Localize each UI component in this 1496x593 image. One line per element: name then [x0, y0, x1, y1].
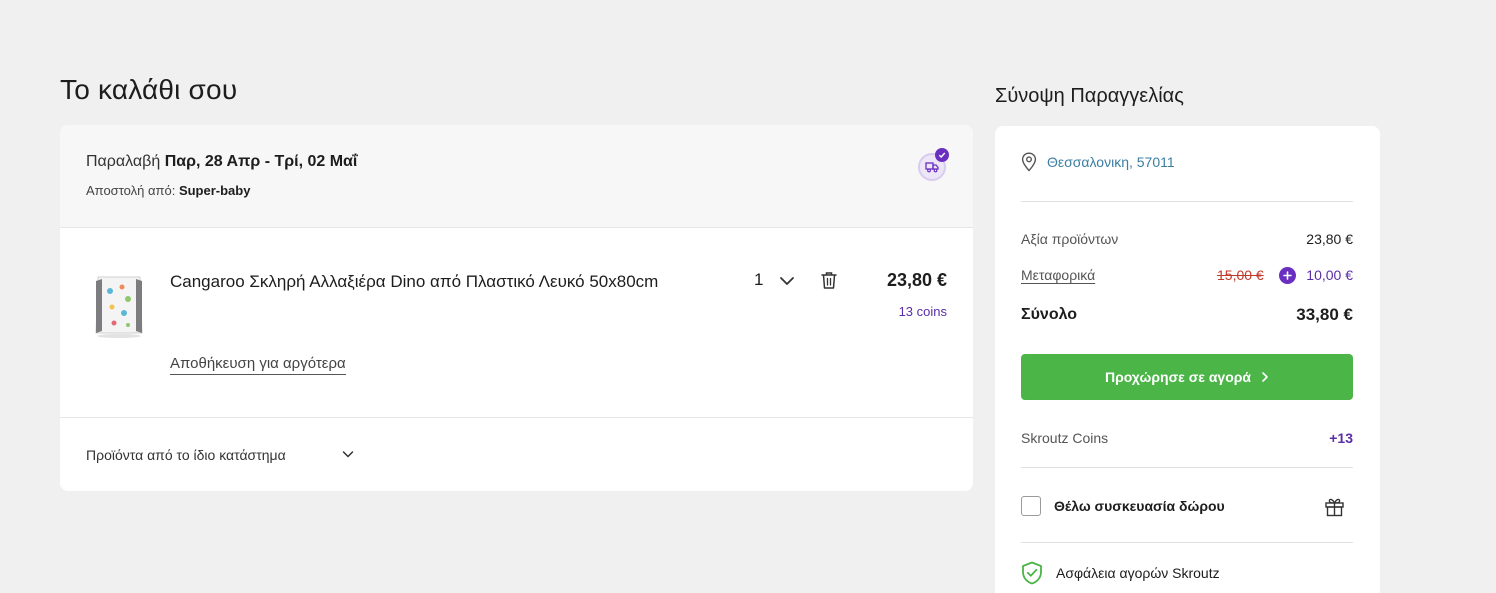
shipment-header: Παραλαβή Παρ, 28 Απρ - Τρί, 02 Μαΐ Αποστ…	[60, 125, 973, 228]
shipped-from: Αποστολή από: Super-baby	[86, 183, 250, 198]
shipped-from-prefix: Αποστολή από:	[86, 183, 179, 198]
same-store-products[interactable]: Προϊόντα από το ίδιο κατάστημα	[86, 447, 286, 463]
trash-icon[interactable]	[820, 270, 838, 290]
product-image[interactable]	[92, 273, 146, 339]
products-value: 23,80 €	[1306, 231, 1353, 247]
quantity-value[interactable]: 1	[754, 270, 763, 290]
item-price: 23,80 €	[886, 270, 947, 290]
pickup-info: Παραλαβή Παρ, 28 Απρ - Τρί, 02 Μαΐ	[86, 153, 357, 171]
pickup-prefix: Παραλαβή	[86, 153, 165, 170]
checkout-label: Προχώρησε σε αγορά	[1104, 369, 1252, 385]
save-for-later-link[interactable]: Αποθήκευση για αργότερα	[170, 355, 346, 375]
item-coins: 13 coins	[898, 304, 947, 319]
total-label: Σύνολο	[1021, 306, 1078, 323]
location-pin-icon	[1021, 152, 1037, 172]
divider	[1021, 542, 1353, 543]
truck-icon	[925, 162, 939, 173]
order-summary-card: Θεσσαλονικη, 57011 Αξία προϊόντων 23,80 …	[995, 126, 1380, 593]
shipping-old-price: 15,00 €	[1217, 267, 1264, 283]
store-name: Super-baby	[178, 183, 251, 198]
cart-card: Παραλαβή Παρ, 28 Απρ - Τρί, 02 Μαΐ Αποστ…	[60, 125, 973, 491]
gift-wrap-checkbox[interactable]	[1021, 496, 1041, 516]
purchase-safety-label[interactable]: Ασφάλεια αγορών Skroutz	[1056, 565, 1220, 581]
cart-item: Cangaroo Σκληρή Αλλαξιέρα Dino από Πλαστ…	[60, 228, 973, 418]
summary-title: Σύνοψη Παραγγελίας	[995, 85, 1184, 107]
shipping-new-price: 10,00 €	[1306, 267, 1353, 283]
check-icon	[935, 148, 949, 162]
delivery-location[interactable]: Θεσσαλονικη, 57011	[1047, 154, 1175, 170]
chevron-right-icon	[1262, 372, 1268, 382]
gift-wrap-label[interactable]: Θέλω συσκευασία δώρου	[1054, 498, 1225, 514]
gift-icon	[1325, 498, 1344, 517]
products-value-label: Αξία προϊόντων	[1021, 231, 1119, 247]
skroutz-coins-value: +13	[1329, 430, 1353, 446]
checkout-button[interactable]: Προχώρησε σε αγορά	[1021, 354, 1353, 400]
shipping-label[interactable]: Μεταφορικά	[1021, 267, 1095, 283]
divider	[1021, 201, 1353, 202]
cart-title: Το καλάθι σου	[60, 74, 238, 105]
chevron-down-icon[interactable]	[341, 447, 355, 461]
chevron-down-icon[interactable]	[778, 272, 796, 290]
total-value: 33,80 €	[1296, 305, 1353, 324]
skroutz-coins-label: Skroutz Coins	[1021, 430, 1109, 446]
product-name[interactable]: Cangaroo Σκληρή Αλλαξιέρα Dino από Πλαστ…	[170, 272, 658, 292]
shield-check-icon	[1022, 561, 1042, 585]
divider	[1021, 467, 1353, 468]
pickup-dates: Παρ, 28 Απρ - Τρί, 02 Μαΐ	[164, 153, 358, 170]
plus-icon	[1279, 267, 1296, 284]
